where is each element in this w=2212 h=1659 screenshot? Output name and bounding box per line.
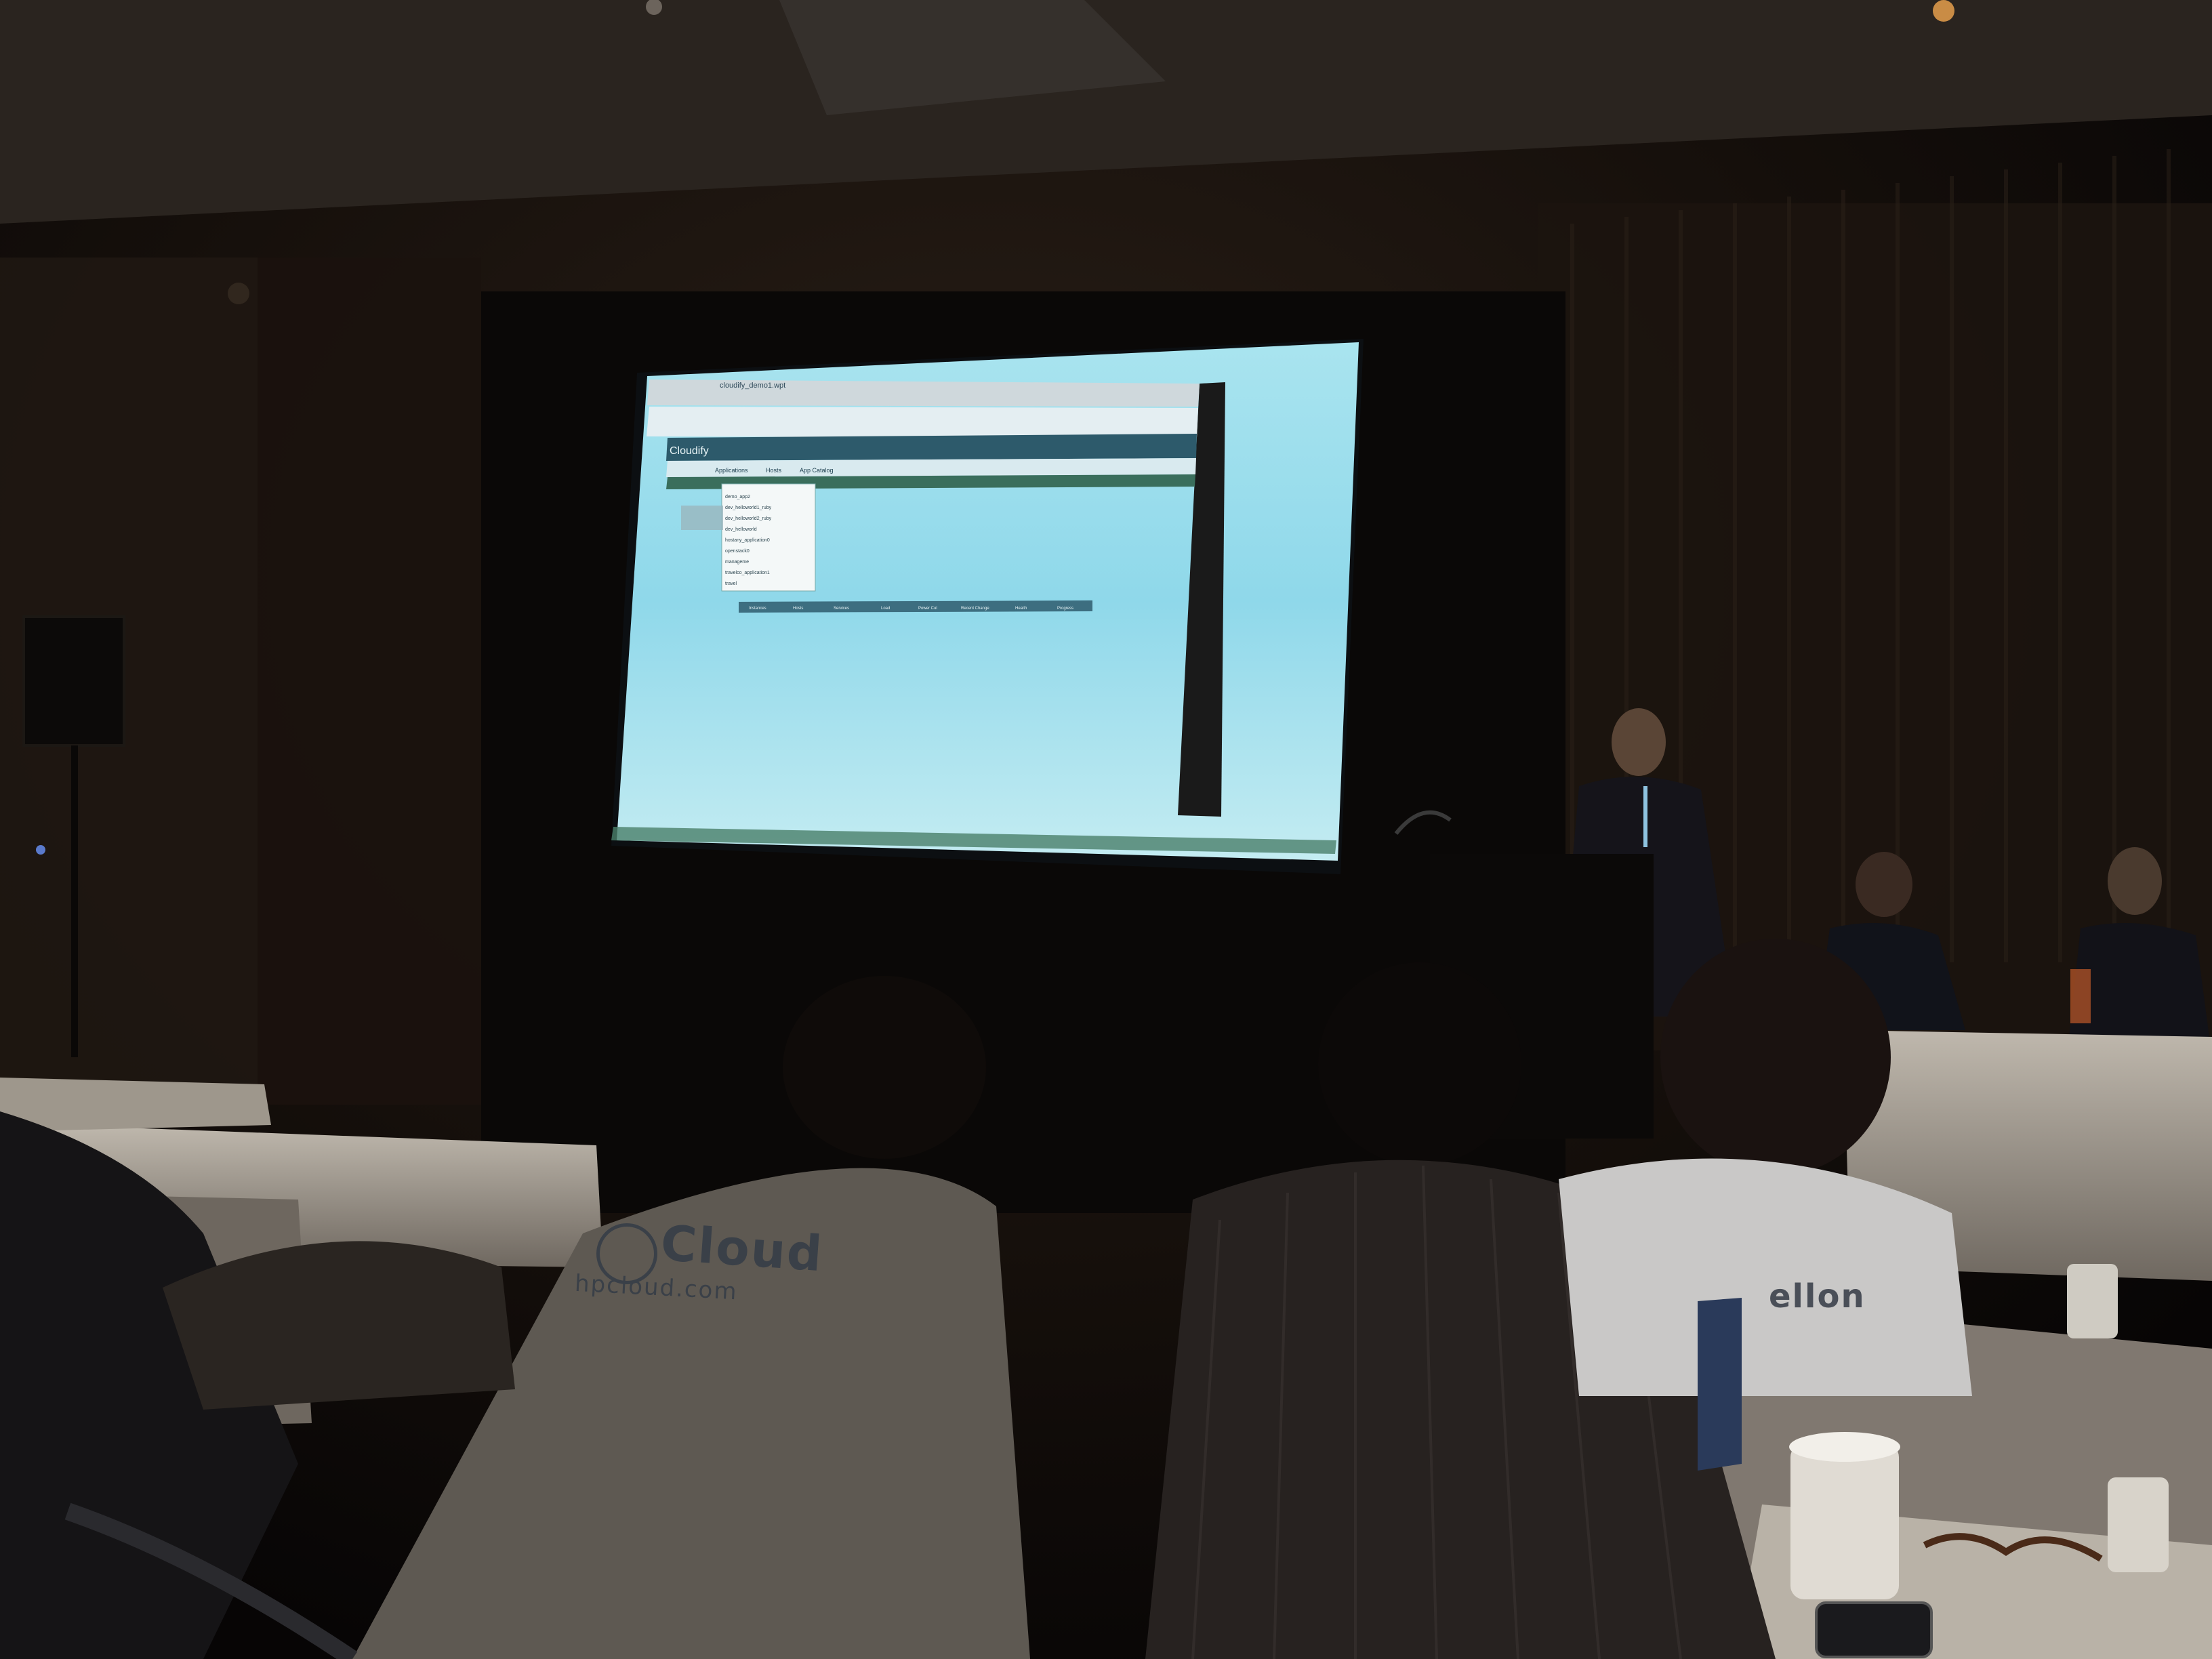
dropdown-item[interactable]: dev_helloworld1_ruby <box>725 506 772 510</box>
shirt2-text: ellon <box>1769 1277 1866 1315</box>
window-title: cloudify_demo1.wpt <box>720 382 785 390</box>
nav-item-app-catalog[interactable]: App Catalog <box>800 467 834 474</box>
app-brand: Cloudify <box>670 445 709 457</box>
dropdown-list: demo_app2 dev_helloworld1_ruby dev_hello… <box>725 495 772 586</box>
table-header-cell: Power Cut <box>918 607 937 611</box>
table-header-cell: Instances <box>749 607 766 611</box>
conference-room-scene: cloudify_demo1.wpt Cloudify Applications… <box>0 0 2212 1659</box>
hp-logo-icon <box>596 1223 657 1284</box>
dropdown-item[interactable]: dev_helloworld2_ruby <box>725 516 772 521</box>
table-header-cell: Services <box>834 607 849 611</box>
table-header-labels: Instances Hosts Services Load Power Cut … <box>749 607 1073 611</box>
dropdown-item[interactable]: hostany_application0 <box>725 538 770 543</box>
dropdown-item[interactable]: travel <box>725 581 737 586</box>
dropdown-item[interactable]: manageme <box>725 560 749 565</box>
projected-ui: cloudify_demo1.wpt Cloudify Applications… <box>670 382 1073 611</box>
table-header-cell: Load <box>881 607 890 611</box>
nav-item-applications[interactable]: Applications <box>715 467 748 474</box>
dropdown-item[interactable]: openstack0 <box>725 549 750 554</box>
dropdown-item[interactable]: dev_helloworld <box>725 527 757 532</box>
table-header-cell: Hosts <box>793 607 803 611</box>
dropdown-item[interactable]: demo_app2 <box>725 495 750 499</box>
shirt-logo-text: Cloud <box>659 1214 825 1283</box>
table-header-cell: Health <box>1015 607 1027 611</box>
table-header-cell: Recent Change <box>961 607 989 611</box>
nav-item-hosts[interactable]: Hosts <box>766 467 782 474</box>
dropdown-item[interactable]: travelco_application1 <box>725 571 770 575</box>
table-header-cell: Progress <box>1057 607 1073 611</box>
